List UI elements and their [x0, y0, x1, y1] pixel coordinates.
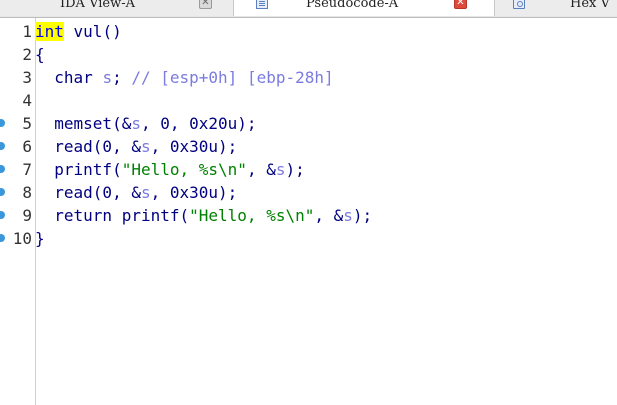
- line-number: 9: [22, 206, 32, 225]
- code-line[interactable]: 8 read(0, &s, 0x30u);: [0, 181, 617, 204]
- breakpoint-dot-icon[interactable]: [0, 142, 5, 150]
- code-line[interactable]: 9 return printf("Hello, %s\n", &s);: [0, 204, 617, 227]
- code-line[interactable]: 5 memset(&s, 0, 0x20u);: [0, 112, 617, 135]
- code-text: memset(&s, 0, 0x20u);: [35, 112, 257, 135]
- arguments: );: [352, 206, 373, 225]
- string-literal: "Hello, %s\n": [121, 160, 247, 179]
- code-line[interactable]: 2 {: [0, 43, 617, 66]
- open-brace: {: [35, 45, 45, 64]
- code-line[interactable]: 4: [0, 89, 617, 112]
- code-text: return printf("Hello, %s\n", &s);: [35, 204, 372, 227]
- arguments: );: [285, 160, 305, 179]
- line-number: 7: [22, 160, 32, 179]
- call: read(0, &: [35, 183, 141, 202]
- comment: // [esp+0h] [ebp-28h]: [131, 68, 334, 87]
- arguments: , 0x30u);: [150, 137, 238, 156]
- tab-hex-view[interactable]: Hex V: [495, 0, 617, 16]
- breakpoint-dot-icon[interactable]: [0, 119, 5, 127]
- type-name: char: [35, 68, 103, 87]
- pseudocode-icon: [256, 0, 268, 9]
- variable[interactable]: s: [141, 183, 151, 202]
- line-number: 6: [22, 137, 32, 156]
- line-number: 4: [22, 91, 32, 110]
- variable[interactable]: s: [131, 114, 141, 133]
- line-number: 10: [12, 229, 32, 248]
- arguments: , &: [246, 160, 276, 179]
- arguments: , 0x30u);: [150, 183, 238, 202]
- code-line[interactable]: 3 char s; // [esp+0h] [ebp-28h]: [0, 66, 617, 89]
- tab-label: Pseudocode-A: [306, 0, 399, 11]
- tab-ida-view-a[interactable]: IDA View-A ✕: [0, 0, 234, 16]
- arguments: , 0, 0x20u);: [140, 114, 257, 133]
- function-signature: vul(): [63, 22, 122, 41]
- call: memset(&: [35, 114, 132, 133]
- code-line[interactable]: 6 read(0, &s, 0x30u);: [0, 135, 617, 158]
- line-number: 8: [22, 183, 32, 202]
- keyword: int: [35, 22, 64, 41]
- call: read(0, &: [35, 137, 141, 156]
- tab-label: Hex V: [570, 0, 610, 11]
- line-number: 5: [22, 114, 32, 133]
- code-text: printf("Hello, %s\n", &s);: [35, 158, 305, 181]
- code-text: read(0, &s, 0x30u);: [35, 135, 237, 158]
- variable[interactable]: s: [141, 137, 151, 156]
- call: return printf(: [35, 206, 190, 225]
- close-icon[interactable]: ✕: [454, 0, 467, 9]
- variable[interactable]: s: [102, 68, 112, 87]
- line-number: 3: [22, 68, 32, 87]
- code-line[interactable]: 7 printf("Hello, %s\n", &s);: [0, 158, 617, 181]
- string-literal: "Hello, %s\n": [189, 206, 315, 225]
- code-line[interactable]: 1 int vul(): [0, 20, 617, 43]
- close-brace: }: [35, 229, 45, 248]
- hex-view-icon: [513, 0, 525, 9]
- tab-bar: IDA View-A ✕ Pseudocode-A ✕ Hex V: [0, 0, 617, 18]
- code-text: read(0, &s, 0x30u);: [35, 181, 237, 204]
- breakpoint-dot-icon[interactable]: [0, 211, 5, 219]
- call: printf(: [35, 160, 122, 179]
- code-text: int vul(): [35, 20, 122, 43]
- breakpoint-dot-icon[interactable]: [0, 165, 5, 173]
- code-text: char s; // [esp+0h] [ebp-28h]: [35, 66, 334, 89]
- semicolon: ;: [112, 68, 132, 87]
- line-number: 2: [22, 45, 32, 64]
- close-icon[interactable]: ✕: [199, 0, 212, 9]
- code-line[interactable]: 10 }: [0, 227, 617, 250]
- pseudocode-editor[interactable]: 1 int vul() 2 { 3 char s; // [esp+0h] [e…: [0, 18, 617, 405]
- variable[interactable]: s: [343, 206, 353, 225]
- breakpoint-dot-icon[interactable]: [0, 234, 5, 242]
- tab-label: IDA View-A: [60, 0, 135, 11]
- tab-pseudocode-a[interactable]: Pseudocode-A ✕: [234, 0, 495, 16]
- arguments: , &: [314, 206, 344, 225]
- breakpoint-dot-icon[interactable]: [0, 188, 5, 196]
- line-number: 1: [22, 22, 32, 41]
